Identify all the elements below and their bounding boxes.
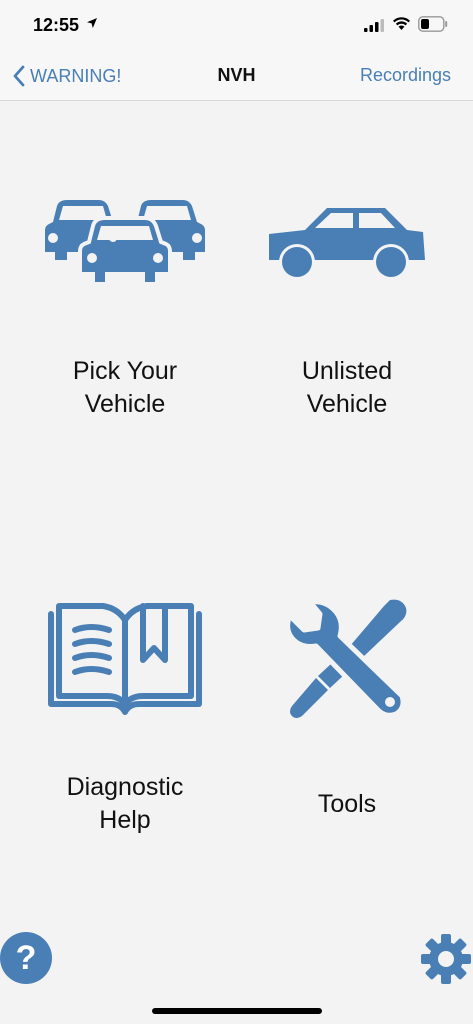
location-arrow-icon bbox=[87, 18, 97, 28]
pick-your-vehicle-label: Pick Your Vehicle bbox=[72, 357, 178, 418]
diagnostic-help-label: Diagnostic Help bbox=[66, 773, 184, 834]
wifi-icon bbox=[393, 17, 410, 30]
diagnostic-help-tile[interactable]: Diagnostic Help bbox=[7, 560, 243, 940]
car-side-icon bbox=[269, 208, 425, 280]
tools-icon bbox=[285, 599, 407, 718]
tools-label: Tools bbox=[317, 790, 377, 818]
pick-your-vehicle-tile[interactable]: Pick Your Vehicle bbox=[7, 160, 243, 540]
chevron-left-icon bbox=[13, 65, 25, 87]
book-icon bbox=[48, 603, 202, 715]
status-bar: 12:55 bbox=[0, 0, 473, 52]
status-time: 12:55 bbox=[33, 15, 80, 35]
unlisted-vehicle-tile[interactable]: Unlisted Vehicle bbox=[229, 160, 465, 540]
battery-icon bbox=[418, 16, 448, 32]
multiple-cars-icon bbox=[45, 200, 205, 286]
help-icon: ? bbox=[15, 938, 37, 977]
gear-icon bbox=[421, 934, 471, 984]
home-indicator bbox=[152, 1008, 322, 1014]
unlisted-vehicle-label: Unlisted Vehicle bbox=[301, 357, 393, 418]
cellular-signal-icon bbox=[364, 19, 384, 32]
navigation-bar: WARNING! NVH Recordings bbox=[0, 52, 473, 101]
help-button[interactable]: ? bbox=[0, 932, 52, 984]
tools-tile[interactable]: Tools bbox=[229, 560, 465, 940]
recordings-button[interactable]: Recordings bbox=[360, 65, 451, 86]
back-button[interactable]: WARNING! bbox=[12, 62, 121, 90]
settings-button[interactable] bbox=[420, 933, 472, 990]
back-button-label: WARNING! bbox=[30, 65, 122, 86]
